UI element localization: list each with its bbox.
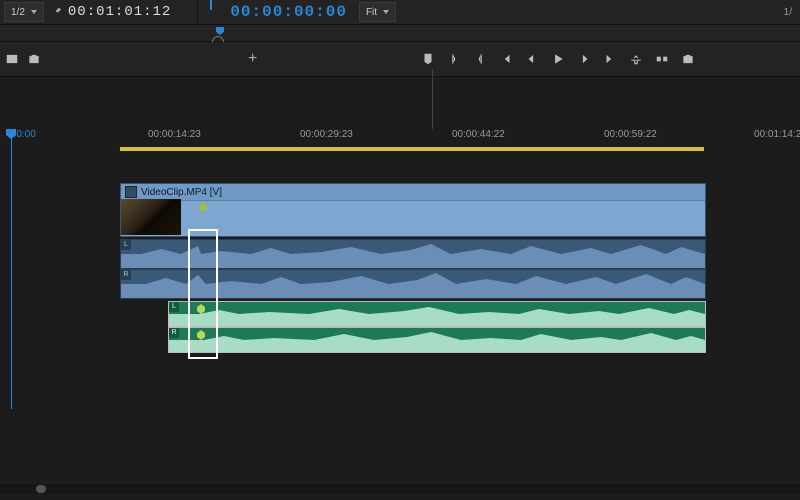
panel-divider <box>197 0 198 24</box>
snapshot-icon[interactable] <box>26 51 42 67</box>
video-clip-header: VideoClip.MP4 [V] <box>121 184 705 201</box>
video-clip-thumbnail <box>121 199 181 235</box>
work-area-bar[interactable] <box>120 147 704 151</box>
go-to-out-icon[interactable] <box>602 51 618 67</box>
transport-toolbar: + <box>0 42 800 77</box>
waveform-linked-right <box>121 270 705 298</box>
zoom-fit-label: Fit <box>366 7 377 18</box>
lift-icon[interactable] <box>628 51 644 67</box>
export-frame-2-icon[interactable] <box>680 51 696 67</box>
ruler-tick-4: 00:01:14:22 <box>754 129 800 140</box>
program-timecode: 00:00:00:00 <box>230 3 347 21</box>
source-timecode: 00:01:01:12 <box>68 4 171 20</box>
video-clip-label: VideoClip.MP4 [V] <box>141 187 222 198</box>
program-resolution-label: 1/ <box>784 7 792 18</box>
audio-clip-left[interactable]: L <box>168 301 706 327</box>
program-scrub-mini[interactable] <box>204 0 224 24</box>
extract-icon[interactable] <box>654 51 670 67</box>
step-forward-icon[interactable] <box>576 51 592 67</box>
keyframe-marker[interactable] <box>199 202 207 212</box>
audio-clip-right[interactable]: R <box>168 327 706 353</box>
linked-audio-left[interactable]: L <box>120 239 706 269</box>
mark-out-icon[interactable] <box>472 51 488 67</box>
ruler-tick-3: 00:00:59:22 <box>604 129 657 140</box>
transport-controls <box>420 51 696 67</box>
ruler-tick-1: 00:00:29:23 <box>300 129 353 140</box>
add-marker-icon[interactable] <box>420 51 436 67</box>
go-to-in-icon[interactable] <box>498 51 514 67</box>
waveform-green-right <box>169 328 705 352</box>
timeline-scroll-thumb[interactable] <box>36 485 46 493</box>
timeline-horizontal-scrollbar[interactable] <box>0 484 800 494</box>
waveform-green-left <box>169 302 705 326</box>
zoom-fit-dropdown[interactable]: Fit <box>359 2 396 22</box>
fx-badge-icon[interactable] <box>125 186 137 198</box>
export-frame-icon[interactable] <box>4 51 20 67</box>
ruler-tick-2: 00:00:44:22 <box>452 129 505 140</box>
add-button[interactable]: + <box>248 50 257 68</box>
settings-wrench-icon[interactable] <box>50 6 62 18</box>
ruler-tick-0: 00:00:14:23 <box>148 129 201 140</box>
waveform-linked-left <box>121 240 705 268</box>
playback-resolution-label: 1/2 <box>11 7 25 18</box>
time-ruler[interactable]: :00:00 00:00:14:23 00:00:29:23 00:00:44:… <box>0 129 800 155</box>
mini-playhead[interactable] <box>216 27 224 35</box>
linked-audio-right[interactable]: R <box>120 269 706 299</box>
playhead-line <box>11 129 12 409</box>
video-clip[interactable]: VideoClip.MP4 [V] <box>120 183 706 237</box>
step-back-icon[interactable] <box>524 51 540 67</box>
center-divider <box>432 69 433 129</box>
source-monitor-toolbar: 1/2 00:01:01:12 00:00:00:00 Fit 1/ <box>0 0 800 25</box>
mark-in-icon[interactable] <box>446 51 462 67</box>
mini-scrubber-row <box>0 25 800 42</box>
playback-resolution-dropdown[interactable]: 1/2 <box>4 2 44 22</box>
play-icon[interactable] <box>550 51 566 67</box>
